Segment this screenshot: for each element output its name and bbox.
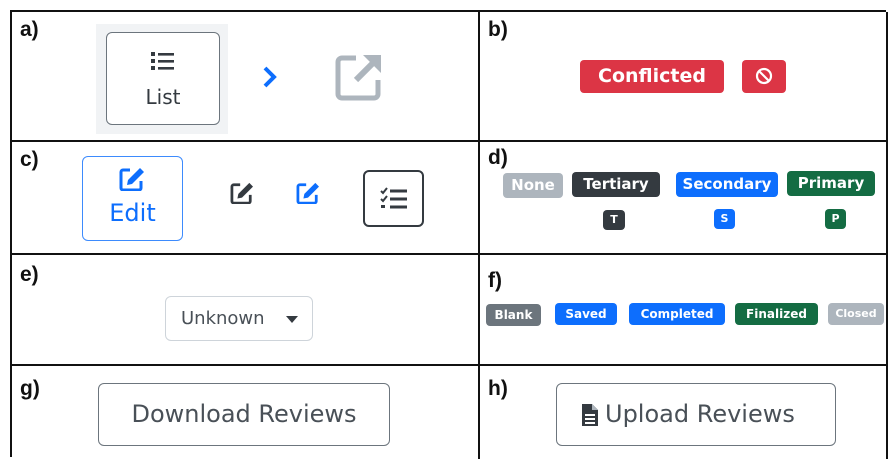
external-link-icon[interactable]: [334, 52, 384, 102]
completed-badge: Completed: [629, 303, 725, 325]
edit-icon[interactable]: [230, 182, 254, 204]
saved-badge: Saved: [555, 303, 617, 325]
panel-f: f) Blank Saved Completed Finalized Close…: [480, 255, 888, 366]
list-button[interactable]: List: [106, 32, 220, 125]
blank-badge: Blank: [486, 304, 541, 326]
tertiary-badge: Tertiary: [572, 172, 660, 197]
primary-short-badge: P: [825, 209, 846, 229]
status-dropdown[interactable]: Unknown: [165, 296, 313, 341]
panel-a: a) List: [12, 12, 480, 142]
tertiary-short-badge: T: [603, 210, 625, 230]
edit-icon: [119, 168, 144, 191]
figure-grid: a) List b) Conflicted c) Edit d) None Te…: [10, 10, 888, 459]
secondary-short-badge: S: [714, 209, 735, 229]
list-icon: [151, 52, 174, 70]
finalized-badge: Finalized: [735, 303, 818, 325]
upload-reviews-label: Upload Reviews: [605, 400, 795, 428]
file-icon: [582, 404, 598, 426]
panel-e: e) Unknown: [12, 255, 480, 366]
conflicted-badge: Conflicted: [580, 60, 724, 93]
edit-button-label: Edit: [109, 199, 156, 227]
panel-label: d): [488, 146, 508, 169]
panel-label: a): [20, 18, 39, 41]
upload-reviews-button[interactable]: Upload Reviews: [556, 383, 836, 446]
edit-icon[interactable]: [296, 182, 320, 204]
panel-d: d) None Tertiary Secondary Primary T S P: [480, 142, 888, 255]
panel-g: g) Download Reviews: [12, 366, 480, 459]
download-reviews-label: Download Reviews: [131, 400, 357, 428]
closed-badge: Closed: [828, 303, 884, 325]
ban-badge[interactable]: [742, 60, 786, 93]
download-reviews-button[interactable]: Download Reviews: [98, 383, 390, 446]
panel-label: b): [488, 18, 508, 41]
checklist-button[interactable]: [363, 170, 424, 227]
edit-button[interactable]: Edit: [82, 156, 183, 241]
ban-icon: [755, 67, 773, 85]
panel-h: h) Upload Reviews: [480, 366, 888, 459]
panel-label: h): [488, 377, 508, 400]
panel-label: f): [488, 269, 502, 292]
panel-label: g): [20, 377, 40, 400]
primary-badge: Primary: [787, 171, 875, 196]
panel-label: c): [20, 148, 39, 171]
panel-label: e): [20, 263, 39, 286]
checklist-icon: [380, 187, 407, 209]
chevron-right-icon[interactable]: [262, 66, 278, 88]
secondary-badge: Secondary: [676, 172, 778, 197]
list-button-label: List: [145, 85, 181, 109]
panel-b: b) Conflicted: [480, 12, 888, 142]
caret-down-icon: [286, 316, 298, 323]
none-badge: None: [503, 173, 563, 198]
dropdown-selected-value: Unknown: [181, 308, 265, 329]
panel-c: c) Edit: [12, 142, 480, 255]
